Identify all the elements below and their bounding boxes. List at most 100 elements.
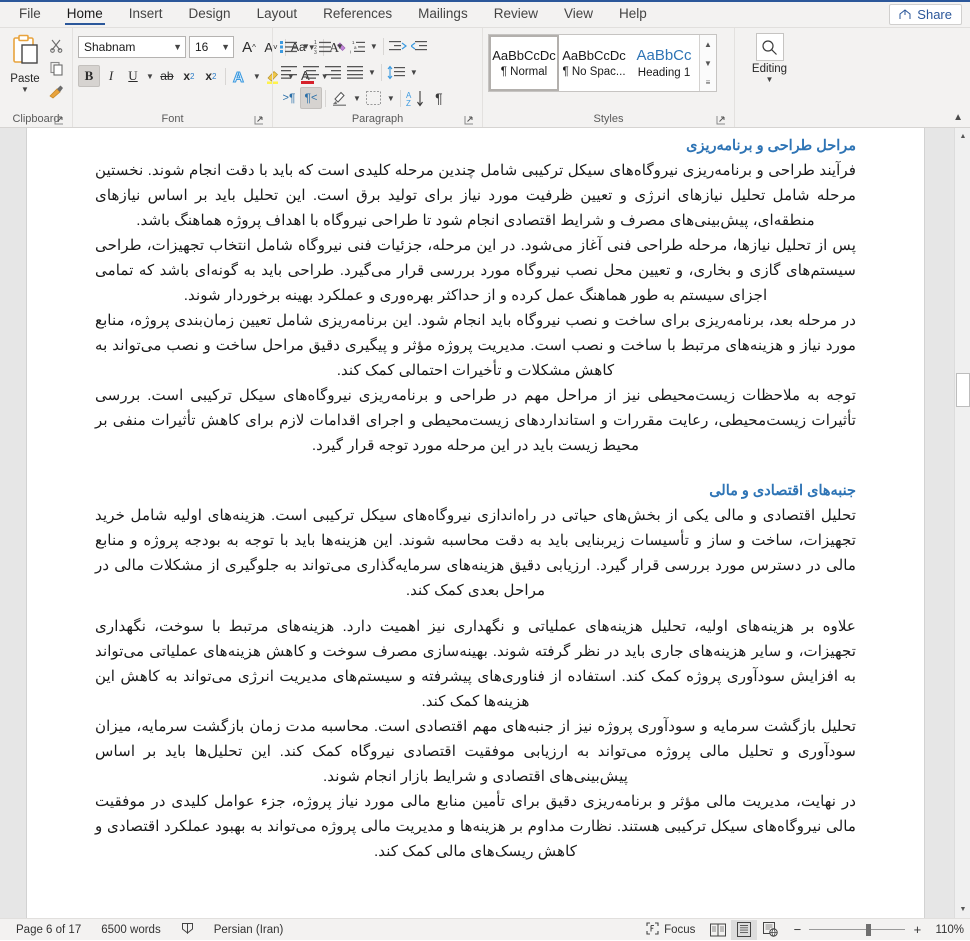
styles-scroll-up-icon[interactable]: ▲ — [700, 35, 716, 53]
align-center-button[interactable] — [300, 61, 322, 83]
page-indicator[interactable]: Page 6 of 17 — [6, 924, 91, 936]
tab-mailings[interactable]: Mailings — [405, 0, 481, 27]
chevron-down-icon[interactable]: ▼ — [251, 72, 263, 81]
proofing-status[interactable] — [171, 922, 204, 938]
style-heading-1[interactable]: AaBbCc Heading 1 — [629, 35, 699, 91]
grow-font-label: A — [242, 38, 253, 56]
chevron-down-icon[interactable]: ▼ — [144, 72, 156, 81]
search-icon — [755, 33, 784, 61]
word-count-label: 6500 words — [101, 923, 161, 936]
chevron-down-icon[interactable]: ▼ — [385, 94, 397, 103]
font-dialog-launcher-icon[interactable] — [254, 115, 265, 126]
collapse-ribbon-icon[interactable]: ▲ — [953, 112, 963, 123]
chevron-down-icon[interactable]: ▼ — [21, 86, 29, 94]
subscript-button[interactable]: x2 — [178, 65, 200, 87]
numbering-button[interactable]: 123 — [312, 35, 334, 57]
tab-label: Design — [188, 6, 231, 21]
zoom-out-button[interactable]: − — [791, 922, 803, 937]
tab-insert[interactable]: Insert — [116, 0, 176, 27]
multilevel-list-button[interactable]: 1ai — [346, 35, 368, 57]
borders-button[interactable] — [363, 87, 385, 109]
editing-label: Editing — [751, 63, 788, 75]
text-effects-button[interactable]: A — [229, 65, 251, 87]
tab-help[interactable]: Help — [606, 0, 660, 27]
read-mode-button[interactable] — [705, 920, 731, 940]
copy-button[interactable] — [45, 58, 67, 79]
shading-button[interactable] — [329, 87, 351, 109]
language-indicator[interactable]: Persian (Iran) — [204, 924, 294, 936]
decrease-indent-button[interactable] — [387, 35, 409, 57]
increase-indent-button[interactable] — [409, 35, 431, 57]
font-name-combo[interactable]: Shabnam ▼ — [78, 36, 186, 58]
paste-button[interactable]: Paste ▼ — [5, 31, 45, 94]
scroll-down-icon[interactable]: ▼ — [955, 901, 970, 918]
vertical-scrollbar[interactable]: ▲ ▼ — [954, 128, 970, 918]
group-label-clipboard: Clipboard — [5, 112, 67, 127]
subscript-label: x — [183, 69, 191, 83]
language-label: Persian (Iran) — [213, 923, 284, 936]
clipboard-dialog-launcher-icon[interactable] — [54, 115, 65, 126]
zoom-level-label[interactable]: 110% — [929, 924, 964, 936]
paragraph-dialog-launcher-icon[interactable] — [464, 115, 475, 126]
styles-scroll-down-icon[interactable]: ▼ — [700, 54, 716, 72]
styles-more-icon[interactable]: ≡ — [700, 73, 716, 91]
strikethrough-button[interactable]: ab — [156, 65, 178, 87]
zoom-in-button[interactable]: + — [911, 922, 923, 937]
underline-button[interactable]: U — [122, 65, 144, 87]
chevron-down-icon[interactable]: ▼ — [218, 42, 230, 52]
italic-button[interactable]: I — [100, 65, 122, 87]
paragraph: تحلیل اقتصادی و مالی یکی از بخش‌های حیات… — [95, 507, 856, 599]
ribbon-tab-bar: File Home Insert Design Layout Reference… — [0, 0, 970, 28]
chevron-down-icon[interactable]: ▼ — [408, 68, 420, 77]
document-body[interactable]: مراحل طراحی و برنامه‌ریزی فرآیند طراحی و… — [27, 128, 924, 864]
scroll-up-icon[interactable]: ▲ — [955, 128, 970, 145]
focus-mode-button[interactable]: Focus — [636, 921, 705, 938]
align-left-button[interactable] — [278, 61, 300, 83]
tab-label: Home — [66, 6, 103, 21]
rtl-text-direction-button[interactable]: ¶ < — [300, 87, 322, 109]
cut-button[interactable] — [45, 35, 67, 56]
chevron-down-icon[interactable]: ▼ — [170, 42, 182, 52]
align-right-button[interactable] — [322, 61, 344, 83]
tab-view[interactable]: View — [551, 0, 606, 27]
chevron-down-icon[interactable]: ▼ — [366, 68, 378, 77]
tab-review[interactable]: Review — [481, 0, 551, 27]
font-size-combo[interactable]: 16 ▼ — [189, 36, 234, 58]
style-normal[interactable]: AaBbCcDc ¶ Normal — [489, 35, 559, 91]
word-count[interactable]: 6500 words — [91, 924, 170, 936]
line-spacing-button[interactable] — [385, 61, 408, 83]
style-preview: AaBbCcDc — [492, 48, 556, 63]
web-layout-button[interactable] — [757, 920, 783, 940]
ltr-text-direction-button[interactable]: > ¶ — [278, 87, 300, 109]
share-button[interactable]: Share — [889, 4, 962, 25]
zoom-slider-thumb[interactable] — [866, 923, 872, 936]
tab-layout[interactable]: Layout — [244, 0, 311, 27]
chevron-down-icon[interactable]: ▼ — [351, 94, 363, 103]
print-layout-button[interactable] — [731, 919, 758, 940]
chevron-down-icon[interactable]: ▼ — [300, 42, 312, 51]
bullets-button[interactable] — [278, 35, 300, 57]
scrollbar-thumb[interactable] — [956, 373, 970, 407]
zoom-slider[interactable] — [809, 923, 906, 936]
tab-home[interactable]: Home — [54, 0, 116, 27]
editing-button[interactable]: Editing ▼ — [740, 33, 799, 84]
style-no-spacing[interactable]: AaBbCcDc ¶ No Spac... — [559, 35, 629, 91]
superscript-button[interactable]: x2 — [200, 65, 222, 87]
tab-design[interactable]: Design — [176, 0, 244, 27]
focus-label: Focus — [664, 923, 696, 936]
chevron-down-icon[interactable]: ▼ — [368, 42, 380, 51]
sort-button[interactable]: AZ — [404, 87, 428, 109]
bold-button[interactable]: B — [78, 65, 100, 87]
paragraph: علاوه بر هزینه‌های اولیه، تحلیل هزینه‌ها… — [95, 618, 856, 710]
grow-font-button[interactable]: A ^ — [238, 36, 260, 58]
tab-references[interactable]: References — [310, 0, 405, 27]
show-formatting-marks-button[interactable]: ¶ — [428, 87, 450, 109]
chevron-down-icon[interactable]: ▼ — [766, 76, 774, 84]
format-painter-button[interactable] — [45, 81, 67, 102]
styles-dialog-launcher-icon[interactable] — [716, 115, 727, 126]
chevron-down-icon[interactable]: ▼ — [334, 42, 346, 51]
divider — [380, 63, 382, 81]
tab-file[interactable]: File — [6, 0, 54, 27]
document-page[interactable]: مراحل طراحی و برنامه‌ریزی فرآیند طراحی و… — [27, 128, 924, 918]
justify-button[interactable] — [344, 61, 366, 83]
